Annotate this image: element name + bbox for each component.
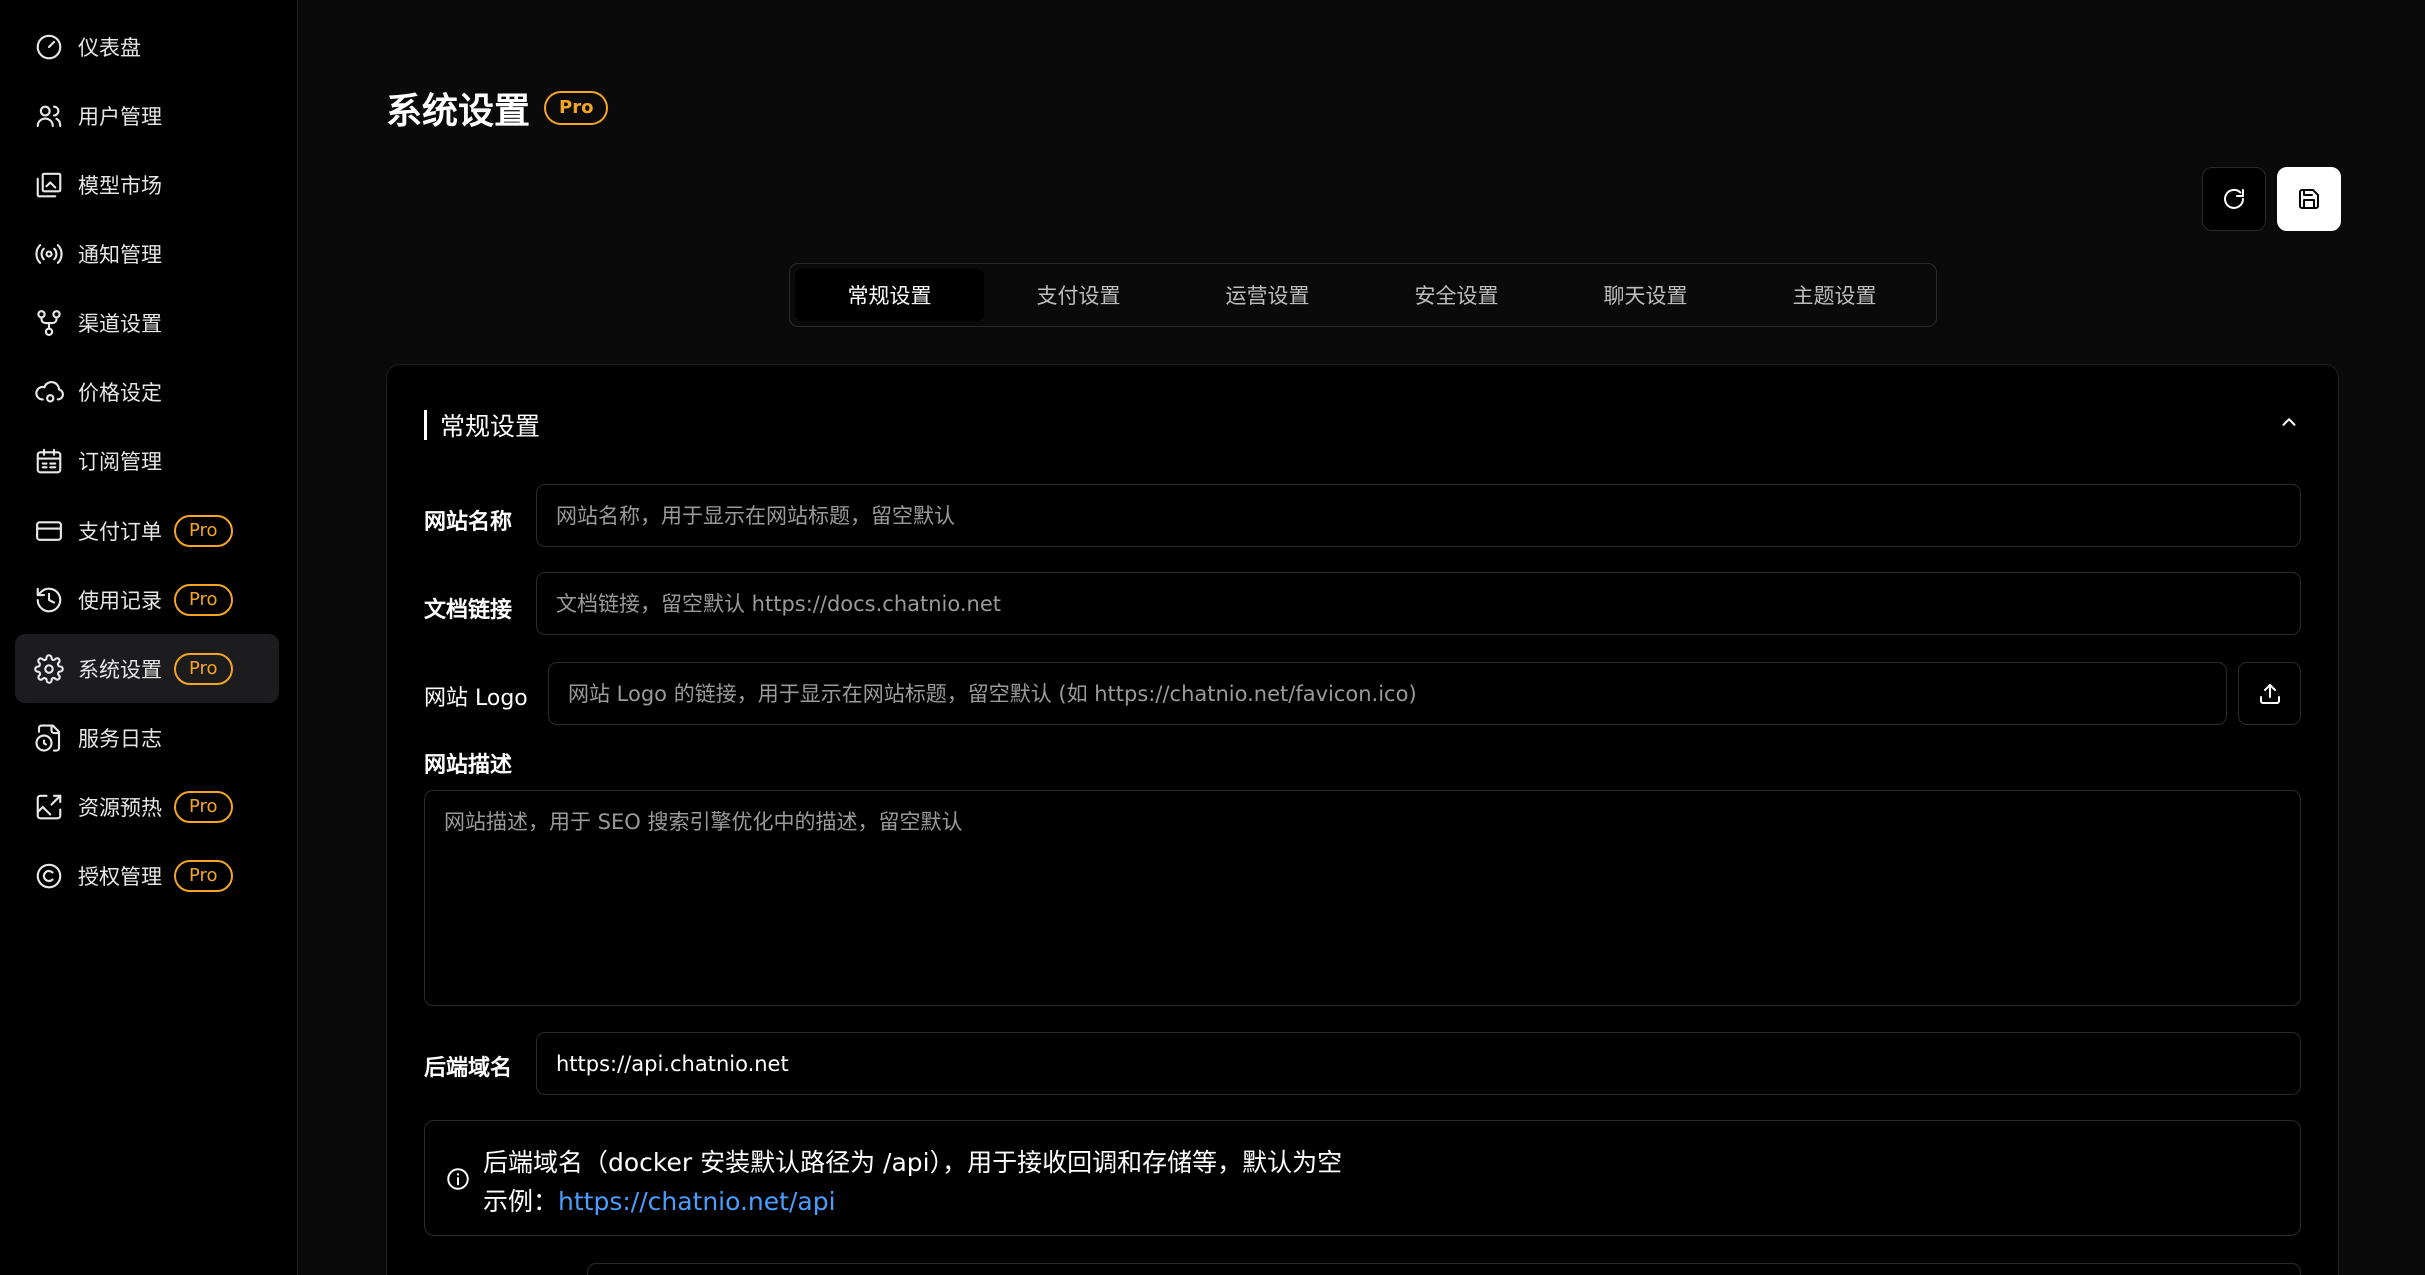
history-icon — [34, 585, 64, 615]
save-icon — [2299, 189, 2319, 209]
site-desc-textarea[interactable] — [424, 790, 2301, 1006]
sidebar-item-users[interactable]: 用户管理 — [15, 81, 279, 150]
sidebar-item-orders[interactable]: 支付订单 Pro — [15, 496, 279, 565]
sidebar-item-channels[interactable]: 渠道设置 — [15, 288, 279, 357]
sidebar-item-label: 价格设定 — [78, 380, 162, 405]
docs-link-input[interactable] — [536, 572, 2301, 635]
settings-tabs: 常规设置 支付设置 运营设置 安全设置 聊天设置 主题设置 — [789, 263, 1937, 327]
sidebar-item-label: 服务日志 — [78, 726, 162, 751]
section-title: 常规设置 — [440, 412, 541, 441]
pro-badge: Pro — [174, 514, 233, 547]
upload-logo-button[interactable] — [2238, 662, 2301, 725]
site-desc-label: 网站描述 — [424, 753, 513, 778]
image-upscale-icon — [34, 792, 64, 822]
sidebar-item-label: 使用记录 — [78, 588, 162, 613]
backend-domain-label: 后端域名 — [424, 1056, 513, 1081]
sidebar-item-label: 渠道设置 — [78, 311, 162, 336]
sidebar-item-label: 模型市场 — [78, 173, 162, 198]
sidebar-item-subscriptions[interactable]: 订阅管理 — [15, 426, 279, 495]
file-clock-icon — [34, 723, 64, 753]
sidebar-item-label: 资源预热 — [78, 795, 162, 820]
chevron-up-icon[interactable] — [2278, 411, 2300, 433]
copyright-icon — [34, 861, 64, 891]
pro-badge: Pro — [174, 790, 233, 823]
backend-domain-input[interactable] — [536, 1032, 2301, 1095]
example-link[interactable]: https://chatnio.net/api — [558, 1187, 836, 1216]
next-field-partial — [587, 1263, 2301, 1275]
settings-icon — [34, 653, 64, 684]
sidebar-item-label: 用户管理 — [78, 104, 162, 129]
page-title-text: 系统设置 — [386, 91, 531, 132]
sidebar-item-models[interactable]: 模型市场 — [15, 150, 279, 219]
sidebar-item-label: 订阅管理 — [78, 449, 162, 474]
radio-icon — [34, 239, 64, 269]
tab-general[interactable]: 常规设置 — [795, 269, 984, 321]
sidebar-item-notifications[interactable]: 通知管理 — [15, 219, 279, 288]
sidebar-item-settings[interactable]: 系统设置 Pro — [15, 634, 279, 703]
section-accent-bar — [424, 410, 427, 440]
notice-text: 后端域名（docker 安装默认路径为 /api），用于接收回调和存储等，默认为… — [483, 1148, 1343, 1177]
section-header: 常规设置 — [424, 407, 540, 443]
main-content: 系统设置 Pro 常规设置 支付设置 运营设置 安全设置 聊天设置 主题设置 常… — [299, 0, 2425, 1275]
sidebar-item-label: 授权管理 — [78, 864, 162, 889]
tab-payment[interactable]: 支付设置 — [984, 269, 1173, 321]
general-settings-card: 常规设置 网站名称 文档链接 网站 Logo 网站描述 后端域名 — [386, 364, 2339, 1275]
sidebar-item-label: 仪表盘 — [78, 35, 141, 60]
sidebar-item-label: 系统设置 — [78, 657, 162, 682]
credit-card-icon — [34, 516, 64, 546]
gallery-icon — [34, 170, 64, 200]
sidebar: 仪表盘 用户管理 模型市场 通知管理 渠道设置 价格设定 订阅管理 支付订单 P… — [0, 0, 298, 1275]
site-logo-input[interactable] — [548, 662, 2227, 725]
site-name-label: 网站名称 — [424, 510, 513, 535]
tab-operation[interactable]: 运营设置 — [1173, 269, 1362, 321]
gauge-icon — [34, 32, 64, 62]
backend-domain-notice: 后端域名（docker 安装默认路径为 /api），用于接收回调和存储等，默认为… — [424, 1120, 2301, 1236]
refresh-icon — [2224, 188, 2244, 209]
site-name-input[interactable] — [536, 484, 2301, 547]
notice-example-prefix: 示例： — [483, 1187, 559, 1216]
page-title: 系统设置 Pro — [386, 82, 609, 134]
site-logo-label: 网站 Logo — [424, 686, 528, 711]
sidebar-item-label: 支付订单 — [78, 519, 162, 544]
sidebar-item-dashboard[interactable]: 仪表盘 — [15, 12, 279, 81]
sidebar-item-license[interactable]: 授权管理 Pro — [15, 841, 279, 910]
tab-theme[interactable]: 主题设置 — [1740, 269, 1929, 321]
pro-badge: Pro — [544, 91, 609, 125]
pro-badge: Pro — [174, 652, 233, 685]
docs-link-label: 文档链接 — [424, 598, 513, 623]
pro-badge: Pro — [174, 859, 233, 892]
sidebar-item-preheat[interactable]: 资源预热 Pro — [15, 772, 279, 841]
git-fork-icon — [34, 308, 64, 338]
notice-example: 示例：https://chatnio.net/api — [483, 1182, 836, 1218]
info-icon — [445, 1166, 471, 1192]
sidebar-item-logs[interactable]: 服务日志 — [15, 703, 279, 772]
tab-security[interactable]: 安全设置 — [1362, 269, 1551, 321]
cloud-cog-icon — [34, 377, 64, 407]
sidebar-item-pricing[interactable]: 价格设定 — [15, 357, 279, 426]
tab-chat[interactable]: 聊天设置 — [1551, 269, 1740, 321]
app-root: 仪表盘 用户管理 模型市场 通知管理 渠道设置 价格设定 订阅管理 支付订单 P… — [0, 0, 2425, 1275]
sidebar-item-label: 通知管理 — [78, 242, 162, 267]
refresh-button[interactable] — [2202, 167, 2266, 231]
pro-badge: Pro — [174, 583, 233, 616]
users-icon — [34, 101, 64, 131]
sidebar-item-usage[interactable]: 使用记录 Pro — [15, 565, 279, 634]
upload-icon — [2259, 683, 2280, 704]
save-button[interactable] — [2277, 167, 2341, 231]
calendar-icon — [34, 446, 64, 476]
